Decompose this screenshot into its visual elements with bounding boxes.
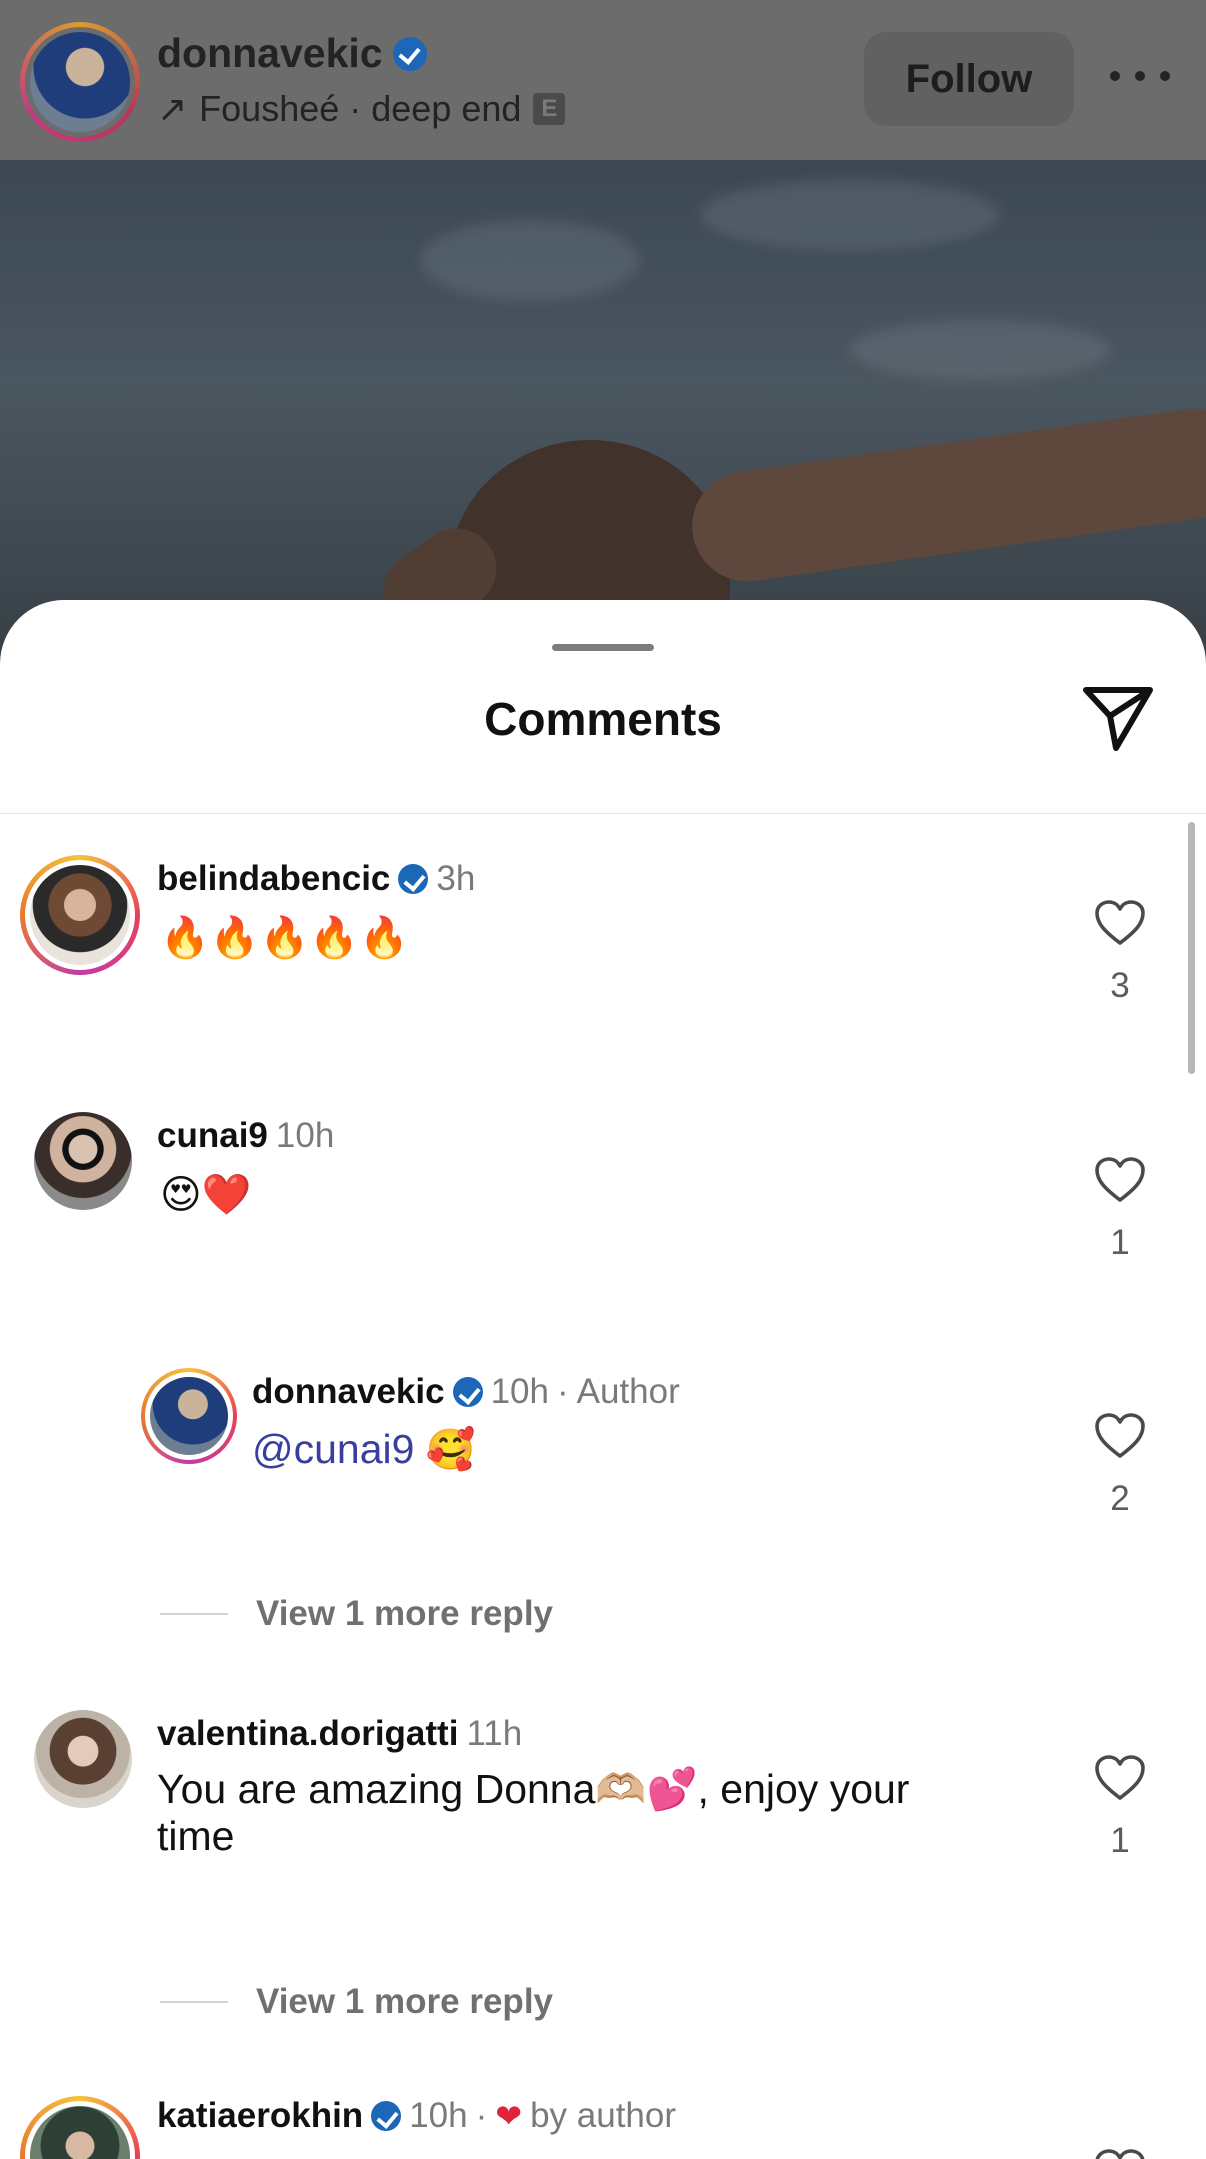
heart-icon[interactable]	[1094, 899, 1146, 947]
avatar[interactable]	[20, 855, 140, 975]
mention-link[interactable]: @cunai9	[252, 1426, 414, 1472]
scrollbar[interactable]	[1188, 822, 1195, 1074]
sheet-title: Comments	[484, 693, 722, 745]
like-button[interactable]: 1	[1088, 1156, 1152, 1263]
comment-username[interactable]: donnavekic	[252, 1372, 445, 1412]
view-more-label[interactable]: View 1 more reply	[256, 1594, 553, 1634]
comment-text: 😍❤️	[160, 1172, 252, 1218]
comment-text: 🔥🔥🔥🔥🔥	[160, 915, 410, 961]
view-more-replies-button[interactable]: View 1 more reply	[160, 1982, 553, 2022]
explicit-icon: E	[533, 93, 566, 125]
divider-line	[160, 1613, 228, 1615]
comment-meta: belindabencic 3h	[157, 859, 475, 899]
sheet-grabber[interactable]	[552, 644, 654, 651]
avatar[interactable]	[34, 1710, 132, 1808]
comment-meta: cunai9 10h	[157, 1116, 334, 1156]
avatar[interactable]	[20, 2096, 140, 2159]
like-count: 3	[1110, 966, 1130, 1005]
author-label: Author	[576, 1372, 680, 1411]
liked-by-author-label: by author	[530, 2096, 677, 2135]
author-username[interactable]: donnavekic	[157, 30, 383, 77]
comment-time: 3h	[436, 859, 476, 898]
view-more-replies-button[interactable]: View 1 more reply	[160, 1594, 553, 1634]
verified-badge-icon	[452, 1377, 483, 1407]
heart-icon[interactable]	[1094, 1412, 1146, 1460]
like-count: 1	[1110, 1821, 1130, 1860]
divider-line	[160, 2001, 228, 2003]
comment-username[interactable]: katiaerokhin	[157, 2096, 363, 2136]
like-count: 2	[1110, 1479, 1130, 1518]
paper-plane-icon[interactable]	[1080, 684, 1156, 754]
comments-sheet: Comments belindabencic 3h 🔥🔥🔥🔥🔥 3 cunai9…	[0, 600, 1206, 2159]
heart-icon[interactable]	[1094, 2148, 1146, 2159]
comment-time: 10h	[409, 2096, 468, 2135]
arrow-up-right-icon: ↗	[157, 88, 188, 129]
post-header: donnavekic ↗ Fousheé · deep end E Follow	[0, 0, 1206, 160]
author-name-row[interactable]: donnavekic	[157, 30, 427, 77]
verified-badge-icon	[392, 36, 427, 71]
like-button[interactable]: 3	[1088, 899, 1152, 1006]
comment-meta: katiaerokhin 10h · ❤ by author	[157, 2096, 676, 2136]
comment-username[interactable]: valentina.dorigatti	[157, 1714, 458, 1754]
comment-emoji: 🥰	[425, 1427, 476, 1473]
more-horizontal-icon[interactable]	[1110, 56, 1170, 96]
separator-dot: ·	[475, 2096, 488, 2135]
author-avatar[interactable]	[20, 22, 140, 142]
comment-time: 10h	[490, 1372, 549, 1411]
like-button[interactable]: 2	[1088, 1412, 1152, 1519]
music-title[interactable]: Fousheé · deep end	[199, 88, 521, 130]
divider	[0, 813, 1206, 814]
like-count: 1	[1110, 1223, 1130, 1262]
verified-badge-icon	[371, 2101, 402, 2131]
avatar[interactable]	[141, 1368, 237, 1464]
comment-text: You are amazing Donna🫶🏼💕, enjoy your	[157, 1766, 910, 1812]
comment-time: 10h	[275, 1116, 335, 1155]
avatar[interactable]	[34, 1112, 132, 1210]
comment-meta: donnavekic 10h · Author	[252, 1372, 680, 1412]
comment-text-continued: time	[157, 1813, 235, 1859]
like-button[interactable]	[1088, 2148, 1152, 2159]
view-more-label[interactable]: View 1 more reply	[256, 1982, 553, 2022]
comment-time: 11h	[466, 1714, 523, 1753]
verified-badge-icon	[398, 864, 429, 894]
separator-dot: ·	[556, 1372, 569, 1411]
heart-filled-icon: ❤	[495, 2097, 523, 2135]
comment-meta: valentina.dorigatti 11h	[157, 1714, 522, 1754]
comment-username[interactable]: belindabencic	[157, 859, 390, 899]
follow-button[interactable]: Follow	[864, 32, 1074, 126]
heart-icon[interactable]	[1094, 1156, 1146, 1204]
heart-icon[interactable]	[1094, 1754, 1146, 1802]
comment-text: @cunai9 🥰	[252, 1426, 476, 1474]
like-button[interactable]: 1	[1088, 1754, 1152, 1861]
comment-username[interactable]: cunai9	[157, 1116, 268, 1156]
music-info[interactable]: ↗ Fousheé · deep end E	[157, 88, 566, 130]
